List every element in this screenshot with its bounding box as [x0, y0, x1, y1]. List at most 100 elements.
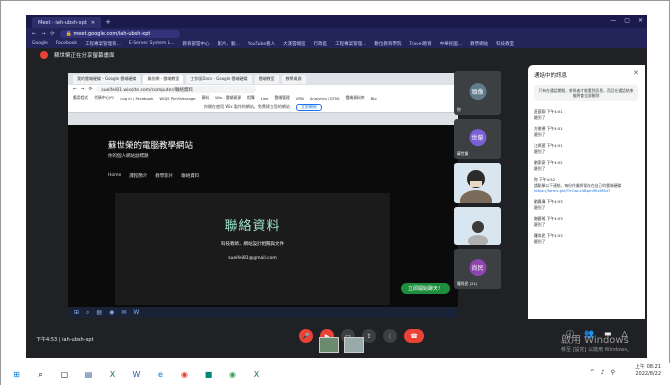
- participant-name: 你: [457, 107, 461, 112]
- participant-tile[interactable]: 尚民 羅尚民 (21): [454, 249, 501, 289]
- bookmark-item[interactable]: Travel教育: [409, 41, 431, 47]
- windows-start-icon[interactable]: ⊞: [11, 369, 22, 380]
- meet-tab[interactable]: Meet - iah-ubsh-xpt ✕: [32, 17, 102, 28]
- files-icon[interactable]: ▤: [96, 309, 102, 316]
- edge-icon[interactable]: e: [155, 369, 166, 380]
- participant-tile[interactable]: 頭像你: [454, 71, 501, 115]
- presented-bookmark[interactable]: Log in | Facebook: [120, 96, 153, 101]
- bookmark-item[interactable]: 影片、動...: [218, 41, 240, 47]
- mail-icon[interactable]: ✉: [121, 309, 126, 316]
- presented-bookmark[interactable]: 雲端管理: [275, 95, 290, 101]
- excel-icon[interactable]: X: [107, 369, 118, 380]
- presented-tab[interactable]: 資訊網 - 雲端教室: [143, 74, 184, 84]
- more-icon[interactable]: ⋮: [383, 329, 397, 343]
- thumbnail[interactable]: [344, 337, 364, 353]
- presented-tab[interactable]: 工作區Docs - Google 雲端硬碟: [186, 74, 252, 84]
- bookmark-item[interactable]: 工程專案管理系...: [85, 41, 121, 47]
- site-nav-item[interactable]: 聯絡資料: [181, 173, 199, 179]
- site-title: 蘇世榮的電腦教學網站: [108, 141, 194, 151]
- chevron-up-icon[interactable]: ^: [590, 369, 595, 376]
- presented-address-row: ← → ⟳ sueifei81.wixsite.com/computer/聯絡資料: [68, 85, 458, 94]
- close-icon[interactable]: ✕: [91, 20, 95, 26]
- participant-video[interactable]: [454, 207, 501, 245]
- url-field[interactable]: 🔒 meet.google.com/iah-ubsh-xpt: [59, 29, 180, 38]
- bookmark-item[interactable]: 數位教育學院: [374, 41, 401, 47]
- bookmark-item[interactable]: 中華民國...: [440, 41, 462, 47]
- presented-tab[interactable]: 雲端教室: [254, 74, 279, 84]
- bookmark-item[interactable]: Google: [32, 41, 48, 46]
- bookmark-item[interactable]: 科技教室: [496, 41, 514, 47]
- mic-off-icon[interactable]: 🎤: [299, 329, 313, 343]
- chat-message: 劉家豪 下午4:52 聽到了: [534, 160, 639, 171]
- remote-screen: Meet - iah-ubsh-xpt ✕ + — ▢ ✕ ← → ⟳ 🔒 meet.go…: [26, 15, 647, 358]
- chrome-icon[interactable]: ◉: [109, 309, 114, 316]
- site-nav-item[interactable]: 教學影片: [155, 173, 173, 179]
- presented-bookmark[interactable]: 雲端資料夾: [346, 95, 365, 101]
- windows-start-icon[interactable]: ⊞: [74, 309, 79, 316]
- presented-bookmark[interactable]: 代碼中心PC: [94, 95, 114, 101]
- presented-bookmark[interactable]: Blo: [371, 96, 377, 101]
- minimize-icon[interactable]: —: [610, 17, 616, 24]
- presented-taskbar: ⊞ ⌕ ▤ ◉ ✉ W: [68, 307, 458, 318]
- chat-message: 方俊德 下午4:51 聽到了: [534, 126, 639, 137]
- bookmark-bar: Google Facebook 工程專案管理系... E-Server System …: [26, 39, 647, 48]
- clock-date: 2022/8/22: [635, 371, 661, 377]
- bookmark-item[interactable]: 工程專案管理...: [335, 41, 366, 47]
- bookmark-item[interactable]: YouTube看人: [248, 41, 275, 47]
- back-icon[interactable]: ←: [73, 87, 77, 92]
- word-icon[interactable]: W: [131, 369, 142, 380]
- new-tab-icon[interactable]: +: [105, 18, 111, 26]
- presented-bookmark[interactable]: Line: [261, 96, 269, 101]
- files-icon[interactable]: ▤: [83, 369, 94, 380]
- present-icon[interactable]: ⇪: [362, 329, 376, 343]
- bookmark-item[interactable]: 教學網站: [470, 41, 488, 47]
- maximize-icon[interactable]: ▢: [624, 17, 630, 24]
- wix-start-button[interactable]: 立即開始: [295, 103, 322, 111]
- forward-icon[interactable]: →: [81, 87, 85, 92]
- volume-icon[interactable]: ♪: [601, 369, 605, 376]
- contact-description: 科技教師，網站設計相關與文件: [221, 242, 284, 247]
- back-icon[interactable]: ←: [32, 31, 36, 37]
- presented-bookmark[interactable]: 應用程式: [73, 95, 88, 101]
- bookmark-item[interactable]: 行政區: [314, 41, 328, 47]
- close-icon[interactable]: ✕: [638, 17, 643, 24]
- excel-icon[interactable]: X: [251, 369, 262, 380]
- presented-tab[interactable]: 我的雲端硬碟 - Google 雲端硬碟: [73, 74, 141, 84]
- presented-bookmark[interactable]: Analytics (GTM): [310, 96, 340, 101]
- window-controls: — ▢ ✕: [610, 17, 643, 24]
- forward-icon[interactable]: →: [41, 31, 45, 37]
- participant-tile[interactable]: 世榮 蘇世榮: [454, 119, 501, 159]
- presented-bookmark[interactable]: 相簿: [247, 95, 255, 101]
- start-chat-button[interactable]: 立即開始聊天！: [400, 283, 450, 294]
- bookmark-item[interactable]: E-Server System L...: [129, 41, 175, 46]
- presented-tab[interactable]: 教學資源: [281, 74, 306, 84]
- screenshot-frame: Meet - iah-ubsh-xpt ✕ + — ▢ ✕ ← → ⟳ 🔒 meet.go…: [0, 0, 670, 386]
- presented-bookmark[interactable]: VRN: [296, 96, 304, 101]
- chrome-icon[interactable]: ◉: [179, 369, 190, 380]
- thumbnail[interactable]: [319, 337, 339, 353]
- site-nav-item[interactable]: 課程簡介: [129, 173, 147, 179]
- bookmark-item[interactable]: 大漢雲端區: [283, 41, 306, 47]
- participant-video[interactable]: [454, 163, 501, 203]
- presented-bookmark[interactable]: Wix - 雲端資源: [215, 95, 241, 101]
- task-view-icon[interactable]: ▢: [59, 369, 70, 380]
- end-call-icon[interactable]: ☎: [404, 329, 424, 343]
- message-link[interactable]: https://forms.gle/TnCwLx4Bpm9KvMSd7: [534, 188, 639, 193]
- site-nav-item[interactable]: Home: [108, 173, 121, 179]
- reload-icon[interactable]: ⟳: [89, 87, 93, 92]
- contact-email[interactable]: sueifei81@gmail.com: [115, 256, 390, 261]
- search-icon[interactable]: ⌕: [86, 309, 89, 317]
- bookmark-item[interactable]: Facebook: [56, 41, 77, 46]
- meet-icon[interactable]: ■: [203, 369, 214, 380]
- network-icon[interactable]: ⚲: [611, 369, 615, 376]
- bookmark-item[interactable]: 教育部雲中心: [183, 41, 210, 47]
- word-icon[interactable]: W: [133, 309, 139, 316]
- tray-icons: ^ ♪ ⚲: [590, 369, 615, 376]
- reload-icon[interactable]: ⟳: [50, 31, 54, 37]
- presented-bookmark[interactable]: 資料: [201, 95, 209, 101]
- search-icon[interactable]: ⌕: [35, 369, 46, 380]
- presented-url-field[interactable]: sueifei81.wixsite.com/computer/聯絡資料: [96, 86, 257, 93]
- chrome-icon[interactable]: ◉: [227, 369, 238, 380]
- close-icon[interactable]: ✕: [633, 69, 639, 77]
- presented-bookmark[interactable]: WGJS PinVisitorage: [159, 96, 195, 101]
